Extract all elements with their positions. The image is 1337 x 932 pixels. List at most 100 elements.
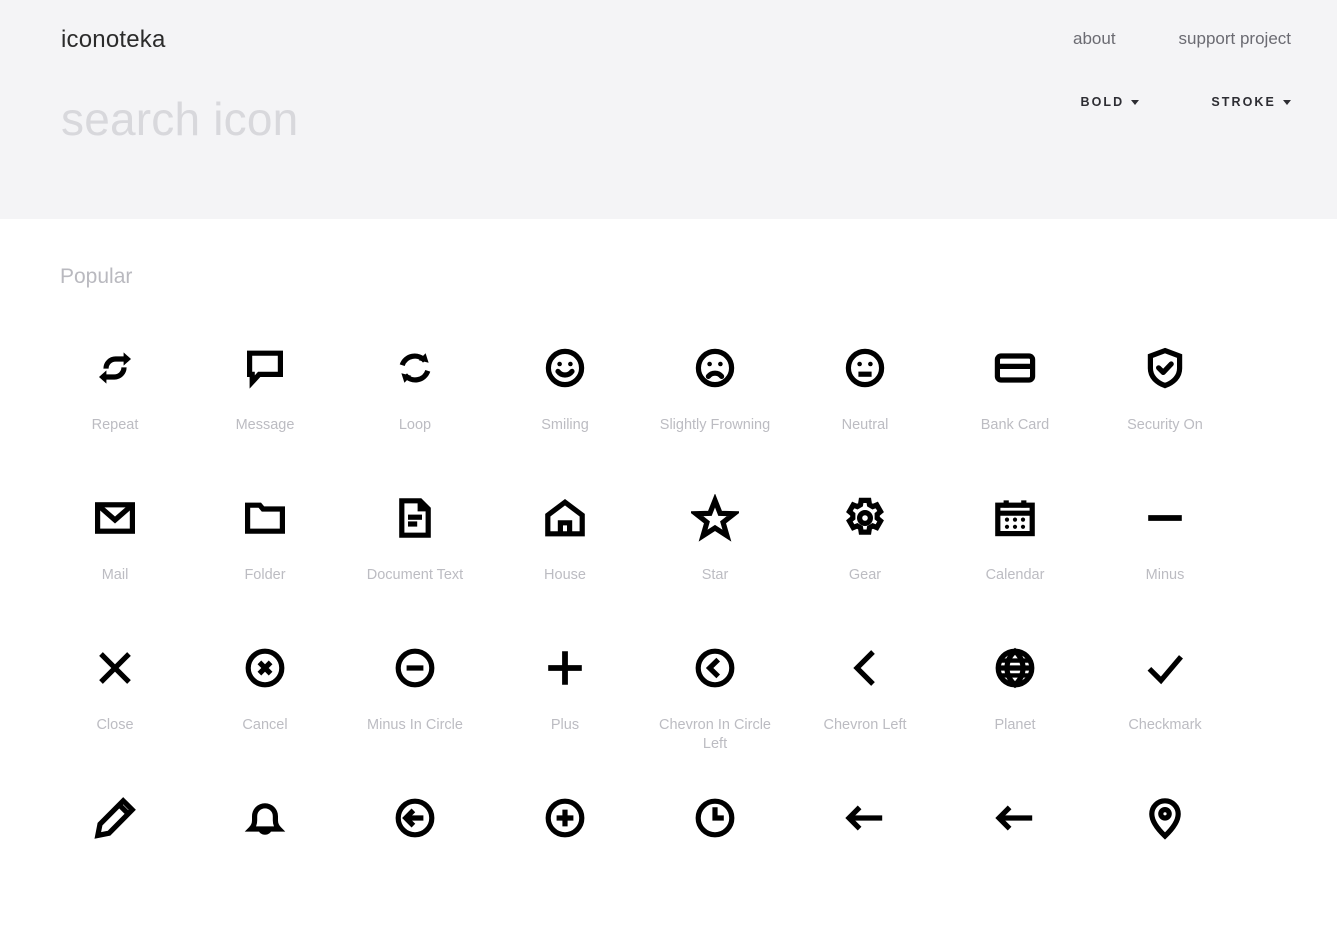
weight-selector[interactable]: BOLD: [1080, 94, 1140, 110]
loop-icon: [387, 340, 443, 396]
icon-cell[interactable]: Cancel: [190, 632, 340, 782]
chevron-down-icon: [1283, 100, 1291, 105]
icon-label: Slightly Frowning: [659, 417, 771, 433]
site-header: iconoteka about support project BOLD STR…: [0, 0, 1337, 219]
icon-cell[interactable]: Loop: [340, 332, 490, 482]
section-title-popular: Popular: [60, 265, 133, 288]
icon-cell[interactable]: Repeat: [40, 332, 190, 482]
icon-label: Calendar: [985, 567, 1045, 583]
bank-card-icon: [987, 340, 1043, 396]
icon-grid: Repeat Message Loop Smiling Slightly Frownin…: [40, 332, 1290, 932]
clock-icon: [687, 790, 743, 846]
icon-cell[interactable]: Slightly Frowning: [640, 332, 790, 482]
icon-cell[interactable]: Chevron In Circle Left: [640, 632, 790, 782]
icon-label: Bank Card: [980, 417, 1050, 433]
search-input[interactable]: [61, 88, 961, 150]
icon-cell[interactable]: Star: [640, 482, 790, 632]
icon-cell[interactable]: [640, 782, 790, 932]
icon-label: Folder: [244, 567, 286, 583]
icon-cell[interactable]: House: [490, 482, 640, 632]
icon-label: Plus: [550, 717, 580, 733]
chevron-down-icon: [1131, 100, 1140, 105]
nav-support-project[interactable]: support project: [1179, 28, 1291, 50]
icon-cell[interactable]: Bank Card: [940, 332, 1090, 482]
arrow-left-in-circle-icon: [387, 790, 443, 846]
icon-cell[interactable]: Calendar: [940, 482, 1090, 632]
icon-label: Chevron In Circle Left: [658, 717, 771, 752]
style-controls: BOLD STROKE: [1080, 94, 1291, 110]
icon-label: Gear: [848, 567, 882, 583]
map-pin-icon: [1137, 790, 1193, 846]
checkmark-icon: [1137, 640, 1193, 696]
icon-cell[interactable]: Smiling: [490, 332, 640, 482]
icon-cell[interactable]: Planet: [940, 632, 1090, 782]
icon-label: Message: [235, 417, 295, 433]
icon-cell[interactable]: Chevron Left: [790, 632, 940, 782]
calendar-icon: [987, 490, 1043, 546]
icon-cell[interactable]: Document Text: [340, 482, 490, 632]
icon-cell[interactable]: Mail: [40, 482, 190, 632]
folder-icon: [237, 490, 293, 546]
icon-cell[interactable]: [40, 782, 190, 932]
style-selector[interactable]: STROKE: [1211, 94, 1291, 110]
gear-icon: [837, 490, 893, 546]
icon-cell[interactable]: Gear: [790, 482, 940, 632]
icon-cell[interactable]: Security On: [1090, 332, 1240, 482]
icon-cell[interactable]: Minus: [1090, 482, 1240, 632]
icon-label: Minus In Circle: [367, 717, 463, 733]
icon-label: Loop: [398, 417, 432, 433]
arrow-left-icon: [837, 790, 893, 846]
icon-label: Security On: [1127, 417, 1203, 433]
icon-cell[interactable]: [490, 782, 640, 932]
plus-icon: [537, 640, 593, 696]
arrow-left-long-icon: [987, 790, 1043, 846]
icon-label: Mail: [101, 567, 129, 583]
icon-cell[interactable]: [1090, 782, 1240, 932]
icon-cell[interactable]: Plus: [490, 632, 640, 782]
mail-icon: [87, 490, 143, 546]
neutral-face-icon: [837, 340, 893, 396]
star-icon: [687, 490, 743, 546]
planet-icon: [987, 640, 1043, 696]
chevron-left-icon: [837, 640, 893, 696]
icon-label: Minus: [1145, 567, 1185, 583]
icon-label: Document Text: [366, 567, 464, 583]
shield-check-icon: [1137, 340, 1193, 396]
icon-cell[interactable]: Minus In Circle: [340, 632, 490, 782]
style-selector-label: STROKE: [1211, 95, 1276, 109]
message-icon: [237, 340, 293, 396]
icon-label: Close: [96, 717, 134, 733]
icon-cell[interactable]: Neutral: [790, 332, 940, 482]
chevron-in-circle-left-icon: [687, 640, 743, 696]
minus-in-circle-icon: [387, 640, 443, 696]
minus-icon: [1137, 490, 1193, 546]
icon-label: House: [544, 567, 586, 583]
icon-label: Cancel: [242, 717, 288, 733]
cancel-circle-icon: [237, 640, 293, 696]
icon-cell[interactable]: [790, 782, 940, 932]
icon-cell[interactable]: [940, 782, 1090, 932]
repeat-icon: [87, 340, 143, 396]
icon-cell[interactable]: Message: [190, 332, 340, 482]
weight-selector-label: BOLD: [1080, 95, 1125, 109]
icon-label: Neutral: [841, 417, 889, 433]
icon-label: Chevron Left: [823, 717, 907, 733]
icon-cell[interactable]: Folder: [190, 482, 340, 632]
icon-cell[interactable]: Close: [40, 632, 190, 782]
pencil-icon: [87, 790, 143, 846]
icon-label: Planet: [994, 717, 1036, 733]
icon-label: Star: [701, 567, 729, 583]
smiling-face-icon: [537, 340, 593, 396]
nav-about[interactable]: about: [1073, 28, 1116, 50]
icon-cell[interactable]: [190, 782, 340, 932]
icon-cell[interactable]: Checkmark: [1090, 632, 1240, 782]
close-icon: [87, 640, 143, 696]
bell-icon: [237, 790, 293, 846]
brand-logo[interactable]: iconoteka: [61, 26, 166, 54]
slightly-frowning-face-icon: [687, 340, 743, 396]
icon-label: Smiling: [541, 417, 589, 433]
icon-cell[interactable]: [340, 782, 490, 932]
search-area: [61, 88, 961, 150]
top-nav: about support project: [1073, 28, 1291, 50]
plus-in-circle-icon: [537, 790, 593, 846]
